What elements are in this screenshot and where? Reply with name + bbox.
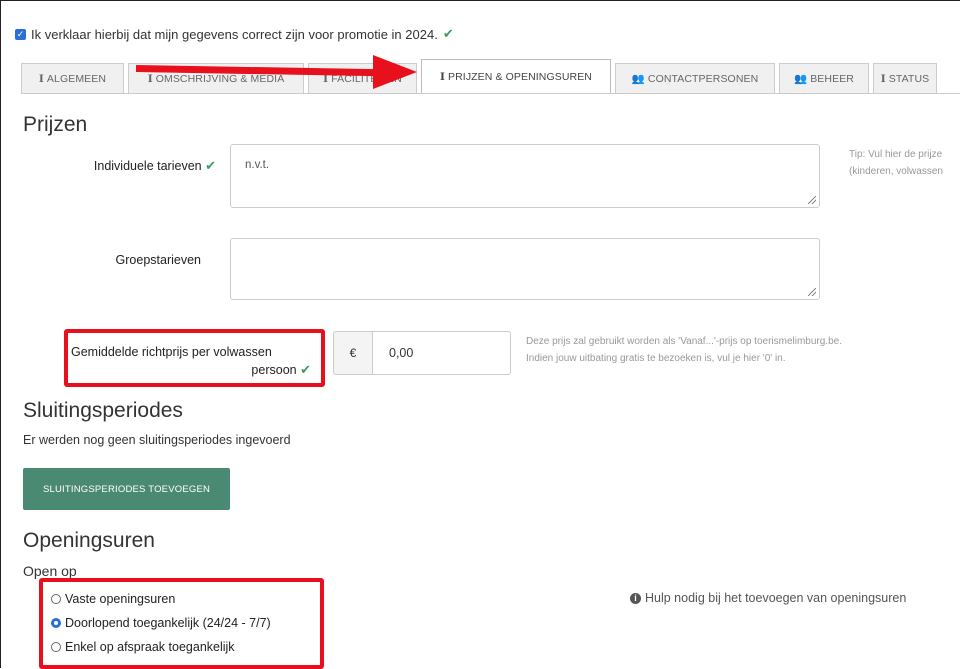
richtprijs-help: Deze prijs zal gebruikt worden als 'Vana… bbox=[526, 336, 842, 364]
resize-handle[interactable] bbox=[808, 196, 816, 204]
sluitingsperiodes-empty-text: Er werden nog geen sluitingsperiodes ing… bbox=[23, 433, 291, 447]
openingsuren-options: Vaste openingsuren Doorlopend toegankeli… bbox=[51, 587, 271, 659]
groepstarieven-input[interactable] bbox=[230, 238, 820, 300]
richtprijs-label: Gemiddelde richtprijs per volwassen pers… bbox=[71, 345, 311, 377]
openingsuren-help-link[interactable]: i Hulp nodig bij het toevoegen van openi… bbox=[630, 591, 960, 605]
radio-button[interactable] bbox=[51, 594, 61, 604]
declaration-checkbox[interactable]: ✓ bbox=[15, 28, 26, 40]
info-icon: i bbox=[38, 72, 44, 85]
openingsuren-heading: Openingsuren bbox=[23, 529, 155, 552]
radio-button[interactable] bbox=[51, 642, 61, 652]
info-circle-icon: i bbox=[630, 592, 641, 604]
option-enkel-op-afspraak[interactable]: Enkel op afspraak toegankelijk bbox=[51, 635, 271, 659]
declaration-text: Ik verklaar hierbij dat mijn gegevens co… bbox=[31, 26, 438, 42]
annotation-arrow-head bbox=[373, 55, 417, 89]
tab-bar: i ALGEMEEN i OMSCHRIJVING & MEDIA i FACILIT… bbox=[21, 59, 941, 93]
check-icon: ✔ bbox=[300, 362, 311, 377]
info-icon: i bbox=[880, 72, 886, 85]
individuele-tarieven-input[interactable]: n.v.t. bbox=[230, 144, 820, 208]
sluitingsperiodes-heading: Sluitingsperiodes bbox=[23, 399, 183, 422]
check-icon: ✔ bbox=[442, 26, 454, 41]
currency-addon: € bbox=[333, 331, 373, 375]
option-doorlopend-toegankelijk[interactable]: Doorlopend toegankelijk (24/24 - 7/7) bbox=[51, 611, 271, 635]
tab-prijzen-openingsuren[interactable]: i PRIJZEN & OPENINGSUREN bbox=[421, 59, 611, 93]
tab-algemeen[interactable]: i ALGEMEEN bbox=[21, 63, 124, 93]
richtprijs-input[interactable]: 0,00 bbox=[373, 331, 511, 375]
info-icon: i bbox=[440, 70, 446, 83]
option-vaste-openingsuren[interactable]: Vaste openingsuren bbox=[51, 587, 271, 611]
check-icon: ✔ bbox=[205, 158, 216, 173]
declaration-row: ✓ Ik verklaar hierbij dat mijn gegevens … bbox=[15, 26, 454, 42]
open-op-label: Open op bbox=[23, 563, 77, 579]
resize-handle[interactable] bbox=[808, 288, 816, 296]
add-sluitingsperiodes-button[interactable]: SLUITINGSPERIODES TOEVOEGEN bbox=[23, 468, 230, 510]
tab-beheer[interactable]: 👥 BEHEER bbox=[779, 63, 869, 93]
tab-divider bbox=[21, 93, 960, 94]
individuele-tarieven-value: n.v.t. bbox=[245, 159, 270, 171]
radio-button-selected[interactable] bbox=[51, 618, 61, 628]
groepstarieven-label: Groepstarieven bbox=[115, 253, 201, 267]
prijzen-heading: Prijzen bbox=[23, 113, 88, 136]
tab-contactpersonen[interactable]: 👥 CONTACTPERSONEN bbox=[615, 63, 775, 93]
info-icon: i bbox=[147, 72, 153, 85]
tip-text: Tip: Vul hier de prijze (kinderen, volwa… bbox=[849, 149, 943, 177]
users-icon: 👥 bbox=[631, 73, 645, 85]
users-icon: 👥 bbox=[794, 73, 808, 85]
individuele-tarieven-label: Individuele tarieven ✔ bbox=[93, 158, 216, 173]
tab-status[interactable]: i STATUS bbox=[873, 63, 937, 93]
